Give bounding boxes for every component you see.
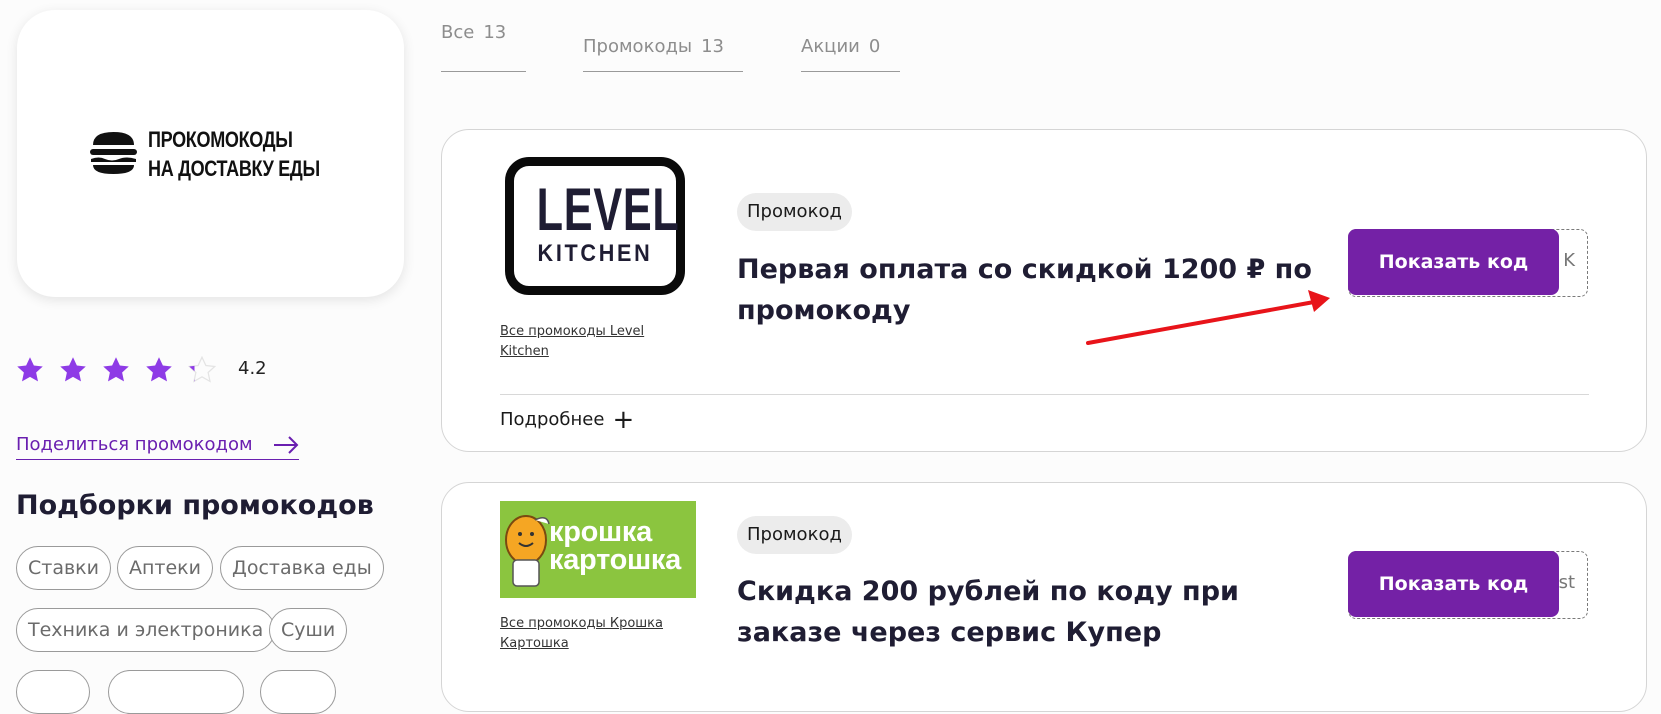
tab-count: 0 bbox=[868, 36, 881, 57]
star-partial-icon[interactable] bbox=[187, 355, 217, 385]
kk-logo-line-1: крошка bbox=[549, 516, 652, 548]
chip-apteki[interactable]: Аптеки bbox=[117, 546, 214, 590]
kk-logo-line-2: картошка bbox=[549, 544, 681, 576]
tab-all[interactable]: Все 13 bbox=[441, 22, 526, 72]
show-code-button[interactable]: Показать код bbox=[1348, 551, 1559, 617]
level-kitchen-logo[interactable]: LEVEL KITCHEN bbox=[505, 157, 685, 295]
star-filled-icon[interactable] bbox=[101, 355, 131, 385]
chip-partial[interactable] bbox=[108, 670, 244, 714]
show-code-button[interactable]: Показать код bbox=[1348, 229, 1559, 295]
brand-promocodes-link[interactable]: Все промокоды Level Kitchen bbox=[500, 322, 670, 362]
site-logo-text: ПРОКОМОКОДЫ НА ДОСТАВКУ ЕДЫ bbox=[148, 125, 320, 183]
logo-text-level: LEVEL bbox=[536, 176, 680, 243]
tab-label: Акции bbox=[801, 36, 860, 57]
arrow-right-icon[interactable] bbox=[272, 434, 300, 456]
collections-title: Подборки промокодов bbox=[16, 490, 374, 521]
promo-title: Скидка 200 рублей по коду при заказе чер… bbox=[737, 576, 1239, 648]
tab-label: Промокоды bbox=[583, 36, 693, 57]
burger-icon bbox=[90, 132, 137, 174]
share-promocode-link[interactable]: Поделиться промокодом bbox=[16, 434, 299, 460]
star-filled-icon[interactable] bbox=[58, 355, 88, 385]
kk-logo-text: крошка картошка bbox=[549, 516, 681, 576]
kroshka-kartoshka-logo[interactable]: крошка картошка bbox=[500, 501, 696, 598]
tab-promocodes[interactable]: Промокоды 13 bbox=[583, 36, 743, 72]
logo-line-2: НА ДОСТАВКУ ЕДЫ bbox=[148, 156, 320, 181]
brand-promocodes-link[interactable]: Все промокоды Крошка Картошка bbox=[500, 614, 670, 654]
tab-label: Все bbox=[441, 22, 475, 43]
chip-food-delivery[interactable]: Доставка еды bbox=[220, 546, 384, 590]
chip-electronics[interactable]: Техника и электроника bbox=[16, 608, 276, 652]
details-toggle[interactable]: Подробнее + bbox=[500, 405, 634, 435]
star-filled-icon[interactable] bbox=[144, 355, 174, 385]
code-hint: st bbox=[1558, 572, 1575, 593]
logo-line-1: ПРОКОМОКОДЫ bbox=[148, 127, 293, 152]
chip-partial[interactable] bbox=[16, 670, 90, 714]
tab-count: 13 bbox=[483, 22, 507, 43]
chip-stavki[interactable]: Ставки bbox=[16, 546, 111, 590]
rating-stars[interactable] bbox=[15, 355, 217, 385]
promo-type-badge: Промокод bbox=[737, 516, 852, 554]
promo-type-badge: Промокод bbox=[737, 193, 852, 231]
details-label: Подробнее bbox=[500, 409, 605, 430]
rating-value: 4.2 bbox=[238, 358, 267, 379]
code-hint: K bbox=[1563, 250, 1575, 271]
annotation-arrow-icon bbox=[1086, 290, 1330, 345]
potato-mascot-icon bbox=[505, 515, 550, 587]
chip-partial[interactable] bbox=[260, 670, 336, 714]
logo-text-kitchen: KITCHEN bbox=[537, 240, 653, 267]
card-divider bbox=[500, 394, 1589, 395]
plus-icon: + bbox=[612, 405, 635, 435]
star-filled-icon[interactable] bbox=[15, 355, 45, 385]
tab-count: 13 bbox=[701, 36, 725, 57]
tab-actions[interactable]: Акции 0 bbox=[801, 36, 900, 72]
chip-sushi[interactable]: Суши bbox=[269, 608, 348, 652]
